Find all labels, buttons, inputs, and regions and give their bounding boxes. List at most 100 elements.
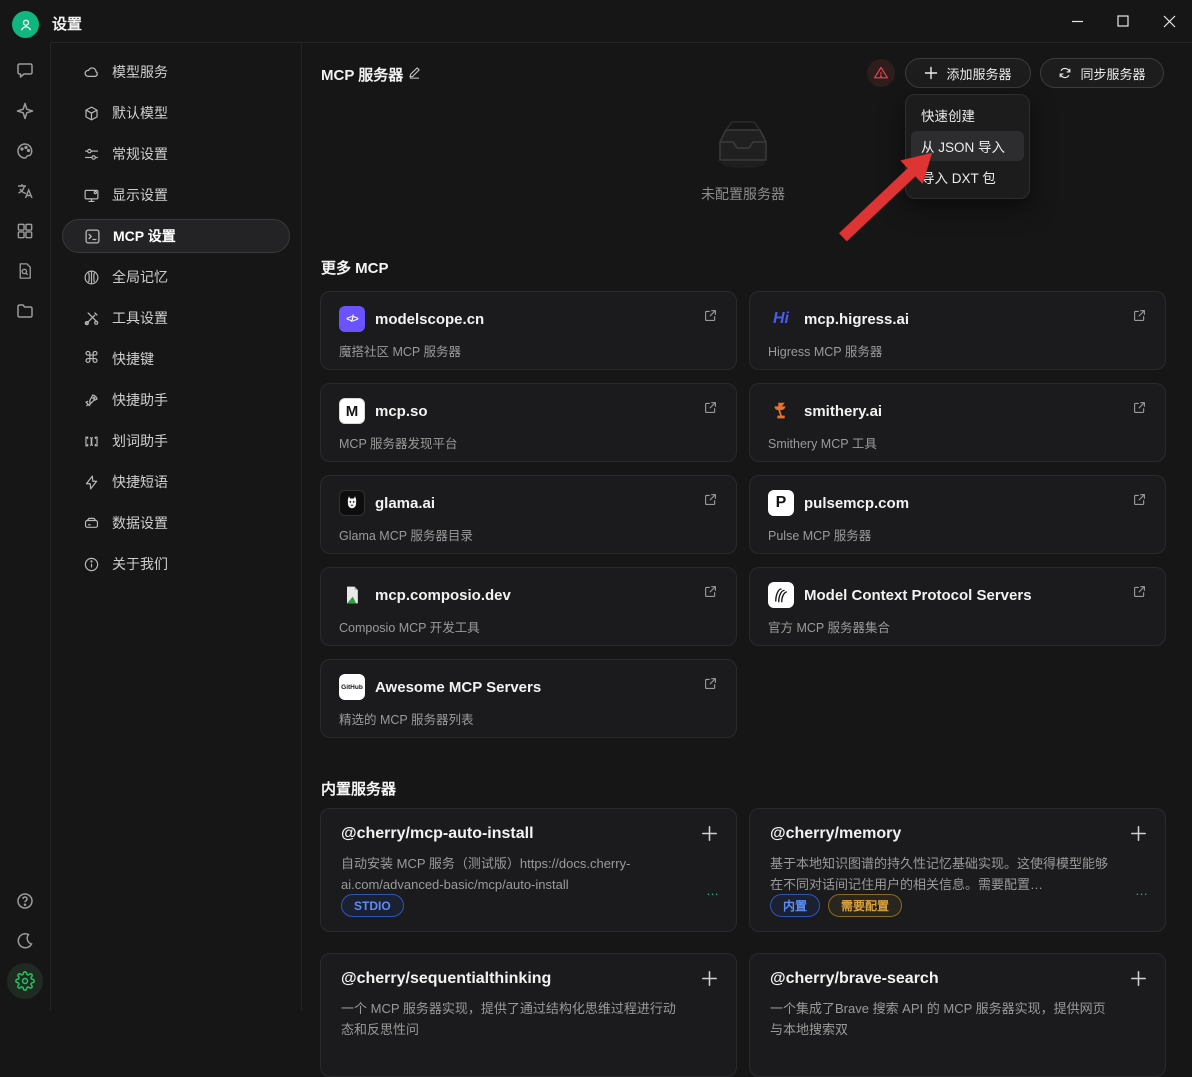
text-select-icon [83,433,100,450]
sidebar-item-label: 全局记忆 [112,267,168,287]
close-button[interactable] [1146,0,1192,42]
card-title: smithery.ai [804,403,882,420]
builtin-card-auto-install[interactable]: @cherry/mcp-auto-install 自动安装 MCP 服务（测试版… [320,808,737,932]
chat-icon[interactable] [15,60,35,80]
sidebar-item-quick-phrases[interactable]: 快捷短语 [62,465,290,499]
pulsemcp-icon: P [768,490,794,516]
add-server-button[interactable]: 添加服务器 [905,58,1031,88]
edit-pencil-icon[interactable] [407,65,422,80]
content-title: MCP 服务器 [321,64,403,85]
card-title: mcp.so [375,403,428,420]
person-icon [18,17,34,33]
card-title: mcp.higress.ai [804,311,909,328]
minimize-button[interactable] [1054,0,1100,42]
builtin-card-sequentialthinking[interactable]: @cherry/sequentialthinking 一个 MCP 服务器实现，… [320,953,737,1077]
sidebar-item-label: 快捷键 [112,349,154,369]
sidebar-item-data-settings[interactable]: 数据设置 [62,506,290,540]
section-title-builtin: 内置服务器 [321,778,396,799]
apps-grid-icon[interactable] [16,222,35,241]
card-title: modelscope.cn [375,311,484,328]
external-link-icon[interactable] [703,676,718,691]
card-description: Composio MCP 开发工具 [339,617,718,636]
menu-item-import-json[interactable]: 从 JSON 导入 [911,131,1024,161]
terminal-icon [84,228,101,245]
translate-icon[interactable] [15,181,35,201]
mcp-card-awesome[interactable]: GitHub Awesome MCP Servers 精选的 MCP 服务器列表 [320,659,737,738]
glama-icon [339,490,365,516]
expand-ellipsis[interactable]: … [1135,883,1149,898]
add-icon[interactable] [1130,970,1147,987]
builtin-card-memory[interactable]: @cherry/memory 基于本地知识图谱的持久性记忆基础实现。这使得模型能… [749,808,1166,932]
mcp-card-pulsemcp[interactable]: P pulsemcp.com Pulse MCP 服务器 [749,475,1166,554]
card-description: 一个 MCP 服务器实现，提供了通过结构化思维过程进行动态和反思性问 [341,998,716,1040]
mcp-card-composio[interactable]: mcp.composio.dev Composio MCP 开发工具 [320,567,737,646]
window-controls [1054,0,1192,42]
palette-icon[interactable] [15,141,35,161]
sidebar-item-label: 划词助手 [112,431,168,451]
add-icon[interactable] [1130,825,1147,842]
menu-item-import-dxt[interactable]: 导入 DXT 包 [911,162,1024,192]
card-description: 官方 MCP 服务器集合 [768,617,1147,636]
sidebar-item-default-models[interactable]: 默认模型 [62,96,290,130]
file-search-icon[interactable] [16,262,35,281]
command-icon: ⌘ [83,351,100,368]
external-link-icon[interactable] [703,400,718,415]
maximize-button[interactable] [1100,0,1146,42]
menu-item-quick-create[interactable]: 快速创建 [911,100,1024,130]
section-title-more-mcp: 更多 MCP [321,257,389,278]
mcp-card-modelscope[interactable]: </> modelscope.cn 魔搭社区 MCP 服务器 [320,291,737,370]
mcp-card-glama[interactable]: glama.ai Glama MCP 服务器目录 [320,475,737,554]
mcp-card-mcpso[interactable]: M mcp.so MCP 服务器发现平台 [320,383,737,462]
card-title: Model Context Protocol Servers [804,587,1032,604]
sidebar-item-global-memory[interactable]: 全局记忆 [62,260,290,294]
sync-server-button[interactable]: 同步服务器 [1040,58,1164,88]
titlebar-divider [302,42,1192,43]
sidebar-item-model-services[interactable]: 模型服务 [62,55,290,89]
add-server-label: 添加服务器 [946,64,1011,83]
sidebar-item-display-settings[interactable]: 显示设置 [62,178,290,212]
folder-icon[interactable] [15,301,35,321]
external-link-icon[interactable] [703,492,718,507]
mcp-card-smithery[interactable]: smithery.ai Smithery MCP 工具 [749,383,1166,462]
sidebar-item-label: 快捷短语 [112,472,168,492]
external-link-icon[interactable] [1132,400,1147,415]
expand-ellipsis[interactable]: … [706,883,720,898]
dark-mode-icon[interactable] [15,931,35,951]
card-title: glama.ai [375,495,435,512]
plus-icon [924,66,938,80]
card-title: @cherry/sequentialthinking [341,970,716,988]
higress-icon: Hi [768,306,794,332]
add-icon[interactable] [701,970,718,987]
builtin-card-brave-search[interactable]: @cherry/brave-search 一个集成了Brave 搜索 API 的… [749,953,1166,1077]
card-title: mcp.composio.dev [375,587,511,604]
external-link-icon[interactable] [1132,308,1147,323]
settings-gear-icon[interactable] [7,963,43,999]
help-icon[interactable] [15,891,35,911]
mcp-card-higress[interactable]: Hi mcp.higress.ai Higress MCP 服务器 [749,291,1166,370]
sidebar-item-label: MCP 设置 [113,226,176,246]
user-avatar[interactable] [12,11,39,38]
sidebar-item-tool-settings[interactable]: 工具设置 [62,301,290,335]
sliders-icon [83,146,100,163]
composio-icon [339,582,365,608]
settings-sidebar: 模型服务 默认模型 常规设置 显示设置 MCP 设置 全局记忆 工具设置 ⌘ 快… [51,42,301,1010]
external-link-icon[interactable] [1132,584,1147,599]
external-link-icon[interactable] [703,584,718,599]
sidebar-item-label: 显示设置 [112,185,168,205]
sidebar-item-general-settings[interactable]: 常规设置 [62,137,290,171]
page-title: 设置 [52,13,82,34]
external-link-icon[interactable] [1132,492,1147,507]
sidebar-item-mcp-settings[interactable]: MCP 设置 [62,219,290,253]
sidebar-item-shortcuts[interactable]: ⌘ 快捷键 [62,342,290,376]
sidebar-item-quick-assistant[interactable]: 快捷助手 [62,383,290,417]
external-link-icon[interactable] [703,308,718,323]
titlebar: 设置 [0,0,1192,42]
warning-indicator[interactable] [867,59,895,87]
add-icon[interactable] [701,825,718,842]
mcp-card-official-servers[interactable]: Model Context Protocol Servers 官方 MCP 服务… [749,567,1166,646]
sparkle-icon[interactable] [15,101,35,121]
tag-row: STDIO [341,894,404,917]
card-description: Higress MCP 服务器 [768,341,1147,360]
sidebar-item-selection-assistant[interactable]: 划词助手 [62,424,290,458]
sidebar-item-about-us[interactable]: 关于我们 [62,547,290,581]
